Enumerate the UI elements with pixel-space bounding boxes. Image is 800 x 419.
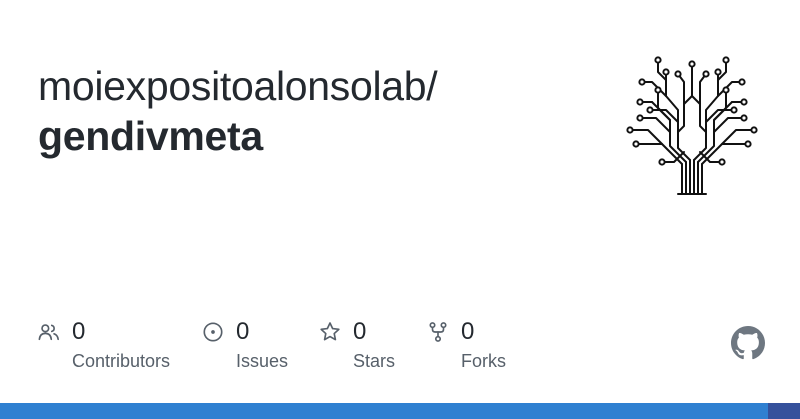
forks-count: 0 [461, 318, 475, 345]
language-bar-secondary [768, 403, 800, 419]
language-bar-primary [0, 403, 768, 419]
stars-label: Stars [353, 351, 396, 371]
forks-label: Forks [461, 351, 506, 371]
contributors-label: Contributors [72, 351, 171, 371]
people-icon [38, 324, 59, 341]
language-bar [0, 403, 800, 419]
fork-icon [429, 322, 447, 342]
issues-label: Issues [236, 351, 289, 371]
tree-circuit-avatar [626, 56, 758, 195]
repo-owner[interactable]: moiexpositoalonsolab/ [38, 62, 438, 110]
star-icon [320, 322, 340, 341]
github-logo-icon[interactable] [731, 326, 765, 360]
stars-count: 0 [353, 318, 367, 345]
repo-name[interactable]: gendivmeta [38, 112, 263, 160]
issues-count: 0 [236, 318, 250, 345]
contributors-count: 0 [72, 318, 86, 345]
issue-icon [203, 322, 223, 342]
